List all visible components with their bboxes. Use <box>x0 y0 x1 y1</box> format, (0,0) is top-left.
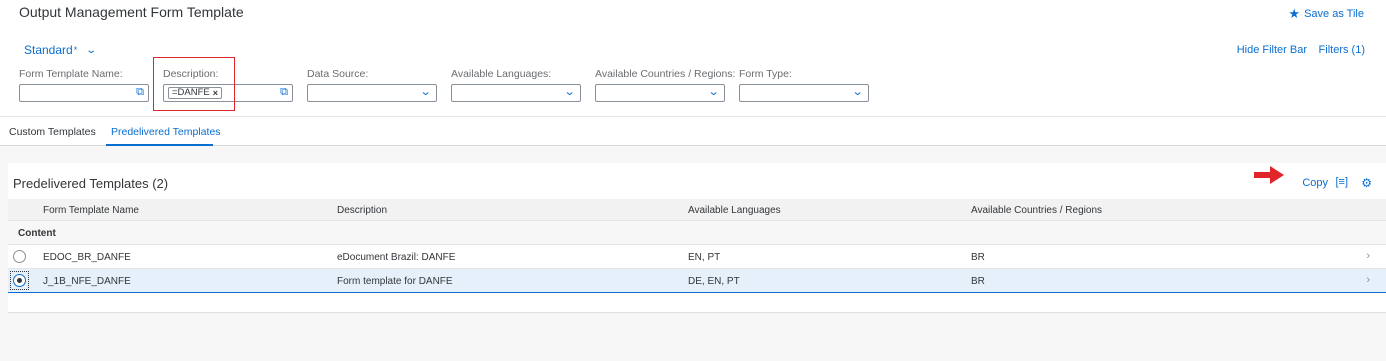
row-select-radio[interactable] <box>13 250 26 263</box>
red-arrow-icon <box>1254 166 1284 184</box>
cell-languages: EN, PT <box>688 252 721 263</box>
table-row[interactable]: J_1B_NFE_DANFE Form template for DANFE D… <box>8 269 1386 293</box>
table-title: Predelivered Templates (2) <box>13 176 169 191</box>
gear-icon[interactable]: ⚙ <box>1361 176 1372 190</box>
cell-description: eDocument Brazil: DANFE <box>337 252 456 263</box>
chevron-down-icon[interactable]: ⌄ <box>851 85 863 98</box>
available-countries-select[interactable]: ⌄ <box>595 84 725 102</box>
variant-modified-indicator: * <box>73 45 78 55</box>
group-header-row: Content <box>8 221 1386 245</box>
value-help-icon[interactable]: ⧉ <box>280 86 288 99</box>
variant-selector[interactable]: Standard * ⌄ <box>24 43 98 57</box>
page-title: Output Management Form Template <box>19 4 244 20</box>
column-header[interactable]: Available Languages <box>688 205 781 216</box>
annotation-highlight-box <box>153 57 235 111</box>
available-languages-select[interactable]: ⌄ <box>451 84 581 102</box>
chevron-down-icon[interactable]: ⌄ <box>419 85 431 98</box>
value-help-icon[interactable]: ⧉ <box>136 86 144 99</box>
form-type-select[interactable]: ⌄ <box>739 84 869 102</box>
available-countries-label: Available Countries / Regions: <box>595 68 736 80</box>
variant-name: Standard <box>24 43 73 57</box>
chevron-down-icon[interactable]: ⌄ <box>707 85 719 98</box>
column-header[interactable]: Description <box>337 205 387 216</box>
filters-button[interactable]: Filters (1) <box>1319 44 1365 56</box>
tab-custom-templates[interactable]: Custom Templates <box>9 126 96 138</box>
list-settings-icon[interactable]: [≡] <box>1335 176 1348 188</box>
cell-description: Form template for DANFE <box>337 276 453 287</box>
table-row[interactable]: EDOC_BR_DANFE eDocument Brazil: DANFE EN… <box>8 245 1386 269</box>
predelivered-templates-table: Predelivered Templates (2) Copy [≡] ⚙ Fo… <box>8 163 1386 313</box>
form-type-label: Form Type: <box>739 68 792 80</box>
group-label: Content <box>18 228 56 239</box>
cell-languages: DE, EN, PT <box>688 276 740 287</box>
copy-button[interactable]: Copy <box>1302 177 1328 189</box>
table-header-row: Form Template Name Description Available… <box>8 199 1386 221</box>
form-template-name-input[interactable]: ⧉ <box>19 84 149 102</box>
cell-countries: BR <box>971 252 985 263</box>
data-source-label: Data Source: <box>307 68 369 80</box>
column-header[interactable]: Form Template Name <box>43 205 139 216</box>
form-template-name-label: Form Template Name: <box>19 68 123 80</box>
hide-filter-bar-button[interactable]: Hide Filter Bar <box>1237 44 1307 56</box>
cell-form-template-name: J_1B_NFE_DANFE <box>43 276 131 287</box>
chevron-down-icon[interactable]: ⌄ <box>563 85 575 98</box>
tab-predelivered-templates[interactable]: Predelivered Templates <box>111 126 221 138</box>
save-as-tile-button[interactable]: ★ Save as Tile <box>1288 6 1364 22</box>
available-languages-label: Available Languages: <box>451 68 552 80</box>
column-header[interactable]: Available Countries / Regions <box>971 205 1102 216</box>
star-icon: ★ <box>1288 6 1301 21</box>
cell-countries: BR <box>971 276 985 287</box>
tab-bar: Custom Templates Predelivered Templates <box>0 116 1386 146</box>
save-as-tile-label: Save as Tile <box>1304 8 1364 20</box>
chevron-right-icon[interactable]: › <box>1366 274 1370 286</box>
page-header: Output Management Form Template ★ Save a… <box>0 0 1386 116</box>
cell-form-template-name: EDOC_BR_DANFE <box>43 252 131 263</box>
data-source-select[interactable]: ⌄ <box>307 84 437 102</box>
active-tab-indicator <box>106 144 213 146</box>
row-select-radio[interactable] <box>13 274 26 287</box>
chevron-right-icon[interactable]: › <box>1366 250 1370 262</box>
chevron-down-icon[interactable]: ⌄ <box>86 45 98 56</box>
